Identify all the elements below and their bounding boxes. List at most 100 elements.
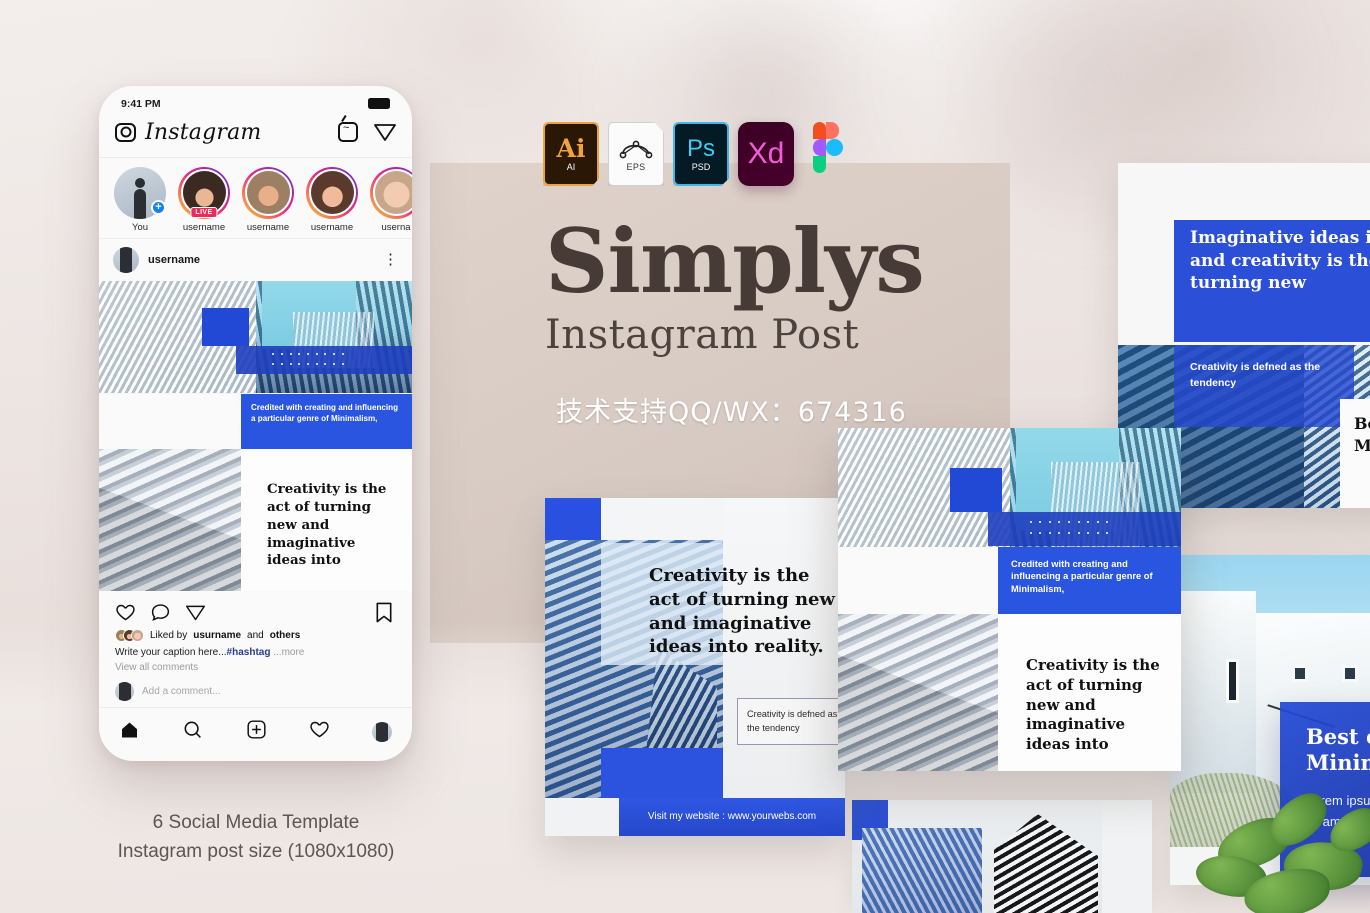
photoshop-icon[interactable]: Ps PSD bbox=[673, 122, 729, 186]
center-footer-white bbox=[545, 798, 619, 836]
page-title: Simplys bbox=[545, 209, 925, 313]
footer-caption: 6 Social Media Template Instagram post s… bbox=[100, 808, 412, 867]
liked-avatars bbox=[115, 629, 144, 642]
add-comment-row[interactable]: Add a comment... bbox=[99, 673, 412, 707]
decorative-plant bbox=[1192, 770, 1370, 913]
illustrator-icon[interactable]: Ai AI bbox=[543, 122, 599, 186]
view-all-comments[interactable]: View all comments bbox=[99, 658, 412, 673]
share-icon[interactable] bbox=[185, 602, 206, 623]
story-label: username bbox=[182, 221, 226, 233]
story-item-3[interactable]: username bbox=[305, 166, 359, 233]
photoshop-glyph: Ps bbox=[686, 135, 715, 163]
phone-tab-bar[interactable] bbox=[99, 707, 412, 761]
template-card-center[interactable]: Creativity is the act of turning new and… bbox=[545, 498, 845, 836]
post-username[interactable]: username bbox=[148, 254, 374, 266]
search-icon[interactable] bbox=[182, 719, 203, 745]
float-building-photo bbox=[838, 614, 998, 771]
liked-others: others bbox=[269, 630, 301, 641]
topright-note-text: Creativity is defned as the tendency bbox=[1190, 361, 1321, 389]
camera-icon[interactable] bbox=[115, 122, 136, 142]
liked-by-row: Liked by usurname and and others others bbox=[99, 627, 412, 644]
illustrator-glyph: Ai bbox=[556, 134, 586, 163]
midright-window-2 bbox=[1292, 665, 1308, 682]
post-serif-quote: Creativity is the act of turning new and… bbox=[267, 481, 387, 569]
template-card-bottommid[interactable] bbox=[852, 800, 1152, 913]
file-format-icon-row: Ai AI EPS Ps PSD Xd bbox=[543, 122, 849, 186]
midright-window-3 bbox=[1342, 665, 1358, 682]
figma-purple-shape bbox=[813, 139, 826, 156]
story-item-4[interactable]: userna bbox=[369, 166, 412, 233]
caption-line-1: 6 Social Media Template bbox=[152, 812, 360, 833]
story-ring bbox=[306, 166, 358, 219]
float-white-left bbox=[838, 547, 998, 614]
send-icon[interactable] bbox=[374, 122, 396, 142]
post-image[interactable]: Credited with creating and influencing a… bbox=[99, 281, 412, 591]
story-item-you[interactable]: + You bbox=[113, 166, 167, 233]
float-blue-square bbox=[950, 468, 1002, 512]
profile-icon[interactable] bbox=[372, 722, 392, 742]
post-blue-quote: Credited with creating and influencing a… bbox=[251, 403, 399, 423]
phone-status-bar: 9:41 PM bbox=[99, 86, 412, 116]
eps-label: EPS bbox=[626, 161, 646, 172]
page-subtitle: Instagram Post bbox=[545, 312, 860, 359]
float-serif-quote: Creativity is the act of turning new and… bbox=[1026, 656, 1160, 754]
stories-tray[interactable]: + You LIVE username username username us… bbox=[99, 158, 412, 240]
post-menu-icon[interactable]: ⋮ bbox=[383, 252, 398, 267]
midright-window-1 bbox=[1226, 659, 1239, 703]
center-headline: Creativity is the act of turning new and… bbox=[649, 565, 836, 658]
center-note-text: Creativity is defned as the tendency bbox=[747, 709, 838, 733]
figma-icon[interactable] bbox=[803, 122, 849, 186]
figma-green-shape bbox=[813, 156, 826, 173]
xd-icon[interactable]: Xd bbox=[738, 122, 794, 186]
float-blue-quote: Credited with creating and influencing a… bbox=[1011, 559, 1153, 594]
activity-heart-icon[interactable] bbox=[309, 719, 330, 745]
watermark-text: 技术支持QQ/WX：674316 bbox=[556, 397, 907, 428]
center-footer-text: Visit my website : www.yourwebs.com bbox=[647, 811, 817, 822]
post-white-left bbox=[99, 394, 241, 450]
topright-headline: Imaginative ideas into reality and creat… bbox=[1190, 228, 1370, 294]
blue-overlay-title-1: Best of bbox=[1306, 724, 1370, 749]
current-user-avatar bbox=[115, 682, 134, 701]
home-icon[interactable] bbox=[119, 720, 140, 745]
add-comment-input[interactable]: Add a comment... bbox=[142, 686, 220, 697]
battery-icon bbox=[368, 98, 390, 110]
bezier-curve-icon bbox=[619, 140, 653, 158]
figma-red-shape bbox=[813, 122, 826, 139]
heart-icon[interactable] bbox=[115, 602, 136, 623]
photoshop-label: PSD bbox=[691, 161, 711, 172]
template-card-float[interactable]: Credited with creating and influencing a… bbox=[838, 428, 1181, 771]
bottommid-glass-tower bbox=[862, 828, 982, 913]
liked-prefix: Liked by bbox=[150, 630, 188, 641]
post-blue-square bbox=[202, 308, 249, 347]
bookmark-icon[interactable] bbox=[375, 602, 396, 623]
avatar bbox=[244, 169, 292, 217]
caption-more[interactable]: ...more bbox=[273, 647, 304, 658]
story-label: username bbox=[310, 221, 354, 233]
story-item-2[interactable]: username bbox=[241, 166, 295, 233]
status-time: 9:41 PM bbox=[121, 97, 161, 110]
add-icon[interactable] bbox=[246, 719, 267, 745]
figma-orange-shape bbox=[826, 122, 839, 139]
instagram-wordmark: Instagram bbox=[145, 119, 262, 145]
liked-suffix-and: and bbox=[247, 630, 264, 641]
igtv-icon[interactable] bbox=[338, 122, 358, 143]
story-item-1[interactable]: LIVE username bbox=[177, 166, 231, 233]
live-badge: LIVE bbox=[190, 207, 218, 219]
figma-blue-shape bbox=[826, 139, 843, 156]
instagram-header: Instagram bbox=[99, 116, 412, 158]
float-dot-grid bbox=[1026, 516, 1112, 538]
phone-mockup[interactable]: 9:41 PM Instagram + You LIVE username bbox=[99, 86, 412, 761]
caption-hashtag[interactable]: #hashtag bbox=[227, 647, 271, 658]
post-avatar[interactable] bbox=[113, 247, 139, 274]
post-dot-grid bbox=[269, 349, 347, 369]
xd-glyph: Xd bbox=[747, 137, 785, 170]
comment-icon[interactable] bbox=[150, 602, 171, 623]
illustrator-label: AI bbox=[566, 162, 576, 172]
story-label: userna bbox=[381, 221, 411, 233]
caption-text: Write your caption here... bbox=[115, 647, 227, 658]
eps-icon[interactable]: EPS bbox=[608, 122, 664, 186]
liked-username[interactable]: usurname bbox=[193, 630, 241, 641]
topright-side-title: Best of Minimalism bbox=[1354, 414, 1370, 455]
bottommid-right-white bbox=[1102, 800, 1152, 913]
post-header: username ⋮ bbox=[99, 239, 412, 281]
